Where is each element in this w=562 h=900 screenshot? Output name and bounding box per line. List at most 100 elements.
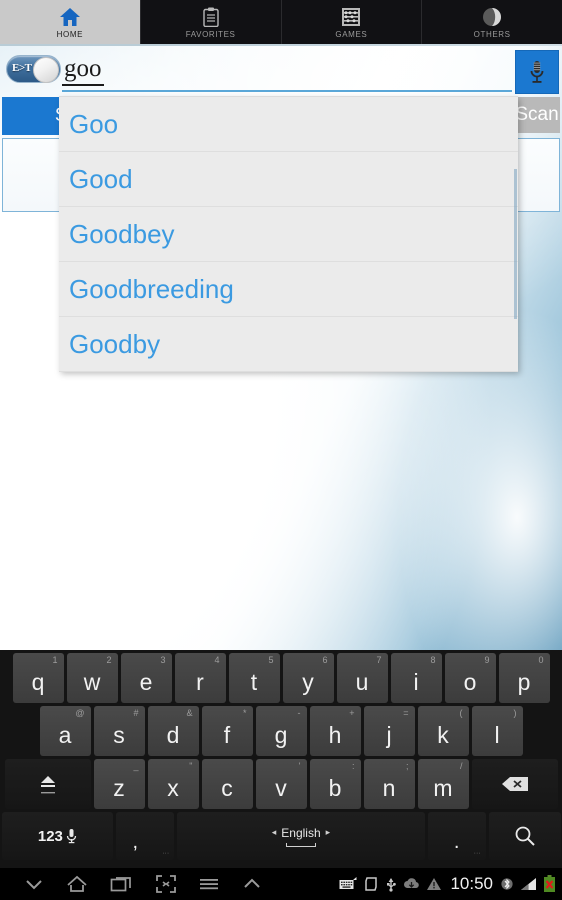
key-f-alt: * bbox=[242, 708, 247, 718]
tab-others-label: OTHERS bbox=[473, 29, 511, 39]
list-item[interactable]: Goodby bbox=[59, 317, 518, 372]
bluetooth-icon[interactable] bbox=[501, 876, 513, 892]
key-d-label: d bbox=[166, 721, 180, 748]
key-e-alt: 3 bbox=[160, 655, 166, 665]
key-s-label: s bbox=[113, 721, 125, 748]
signal-icon[interactable] bbox=[519, 877, 537, 891]
key-v[interactable]: ' v bbox=[255, 759, 307, 809]
search-input[interactable]: goo bbox=[62, 54, 512, 92]
space-key-label: English bbox=[281, 825, 321, 840]
symbols-key-label: 123 bbox=[37, 827, 63, 845]
period-more-icon: ··· bbox=[473, 850, 481, 857]
key-h[interactable]: + h bbox=[309, 706, 361, 756]
space-language-indicator: ◂ English ▸ bbox=[272, 826, 330, 847]
list-item[interactable]: Goodbreeding bbox=[59, 262, 518, 317]
tab-favorites-label: FAVORITES bbox=[185, 29, 236, 39]
nav-buttons-group bbox=[0, 875, 262, 893]
list-item[interactable]: Good bbox=[59, 152, 518, 207]
comma-more-icon: ··· bbox=[162, 850, 170, 857]
language-direction-toggle[interactable]: E>T bbox=[6, 55, 61, 83]
key-n[interactable]: ; n bbox=[363, 759, 415, 809]
voice-input-button[interactable] bbox=[515, 50, 559, 94]
tab-others[interactable]: OTHERS bbox=[422, 0, 562, 44]
list-item[interactable]: Goodbey bbox=[59, 207, 518, 262]
key-u-label: u bbox=[355, 668, 369, 695]
recents-icon[interactable] bbox=[110, 875, 134, 893]
key-w[interactable]: 2w bbox=[66, 653, 118, 703]
key-j-label: j bbox=[386, 721, 392, 748]
comma-key[interactable]: , ··· bbox=[116, 812, 175, 860]
key-p[interactable]: 0p bbox=[498, 653, 550, 703]
shift-key[interactable] bbox=[4, 759, 91, 809]
key-y-alt: 6 bbox=[322, 655, 328, 665]
key-r[interactable]: 4r bbox=[174, 653, 226, 703]
key-m-alt: / bbox=[459, 761, 463, 771]
key-z[interactable]: _ z bbox=[93, 759, 145, 809]
backspace-icon bbox=[501, 775, 529, 793]
search-key[interactable] bbox=[488, 812, 561, 860]
search-bar: E>T goo bbox=[0, 46, 562, 94]
home-icon[interactable] bbox=[66, 875, 88, 893]
key-b[interactable]: :b bbox=[309, 759, 361, 809]
microphone-icon bbox=[529, 59, 545, 85]
period-key-label: . bbox=[453, 830, 460, 853]
dropdown-scrollbar[interactable] bbox=[514, 169, 517, 319]
key-p-label: p bbox=[517, 668, 531, 695]
list-item[interactable]: Goo bbox=[59, 97, 518, 152]
battery-error-icon[interactable] bbox=[543, 875, 556, 893]
back-icon[interactable] bbox=[24, 877, 44, 891]
language-next-arrow-icon[interactable]: ▸ bbox=[326, 827, 331, 838]
toggle-knob[interactable] bbox=[33, 57, 59, 83]
key-u[interactable]: 7u bbox=[336, 653, 388, 703]
screenshot-icon[interactable] bbox=[156, 875, 176, 893]
status-clock: 10:50 bbox=[450, 874, 493, 893]
key-y[interactable]: 6y bbox=[282, 653, 334, 703]
toggle-label: E>T bbox=[12, 62, 32, 74]
key-t[interactable]: 5t bbox=[228, 653, 280, 703]
key-m-label: m bbox=[433, 774, 453, 801]
download-icon[interactable] bbox=[403, 877, 420, 891]
key-x[interactable]: " x bbox=[147, 759, 199, 809]
key-e[interactable]: 3e bbox=[120, 653, 172, 703]
language-prev-arrow-icon[interactable]: ◂ bbox=[272, 827, 277, 838]
keyboard-icon[interactable] bbox=[339, 877, 357, 891]
key-f[interactable]: * f bbox=[201, 706, 253, 756]
key-a-alt: @ bbox=[75, 708, 85, 718]
key-l[interactable]: ) l bbox=[471, 706, 523, 756]
key-m[interactable]: / m bbox=[417, 759, 469, 809]
space-bar-mark bbox=[285, 842, 316, 847]
key-b-label: b bbox=[328, 774, 342, 801]
key-s[interactable]: # s bbox=[93, 706, 145, 756]
key-a[interactable]: @ a bbox=[39, 706, 91, 756]
usb-icon[interactable] bbox=[385, 876, 397, 892]
clipboard-icon bbox=[202, 6, 219, 27]
key-g[interactable]: -g bbox=[255, 706, 307, 756]
tab-games-label: GAMES bbox=[335, 29, 368, 39]
key-r-alt: 4 bbox=[214, 655, 220, 665]
keyboard-row-2: @ a # s & d * f -g + h = j (k ) l bbox=[0, 706, 562, 756]
key-c[interactable]: c bbox=[201, 759, 253, 809]
key-q[interactable]: 1q bbox=[12, 653, 64, 703]
expand-up-icon[interactable] bbox=[242, 877, 262, 891]
key-v-alt: ' bbox=[298, 761, 301, 771]
tab-games[interactable]: GAMES bbox=[282, 0, 423, 44]
backspace-key[interactable] bbox=[471, 759, 558, 809]
tab-home[interactable]: HOME bbox=[0, 0, 141, 44]
key-k[interactable]: (k bbox=[417, 706, 469, 756]
symbols-key[interactable]: 123 bbox=[1, 812, 114, 860]
period-key[interactable]: . ··· bbox=[427, 812, 486, 860]
warning-icon[interactable] bbox=[426, 877, 442, 891]
key-j[interactable]: = j bbox=[363, 706, 415, 756]
space-key[interactable]: ◂ English ▸ bbox=[177, 812, 425, 860]
key-d[interactable]: & d bbox=[147, 706, 199, 756]
key-y-label: y bbox=[302, 668, 314, 695]
comma-key-label: , bbox=[132, 830, 139, 853]
key-r-label: r bbox=[196, 668, 204, 695]
key-j-alt: = bbox=[403, 708, 409, 718]
key-n-alt: ; bbox=[405, 761, 409, 771]
tab-favorites[interactable]: FAVORITES bbox=[141, 0, 282, 44]
key-i[interactable]: 8i bbox=[390, 653, 442, 703]
key-o[interactable]: 9o bbox=[444, 653, 496, 703]
menu-icon[interactable] bbox=[198, 877, 220, 891]
rotation-icon[interactable] bbox=[363, 876, 379, 892]
